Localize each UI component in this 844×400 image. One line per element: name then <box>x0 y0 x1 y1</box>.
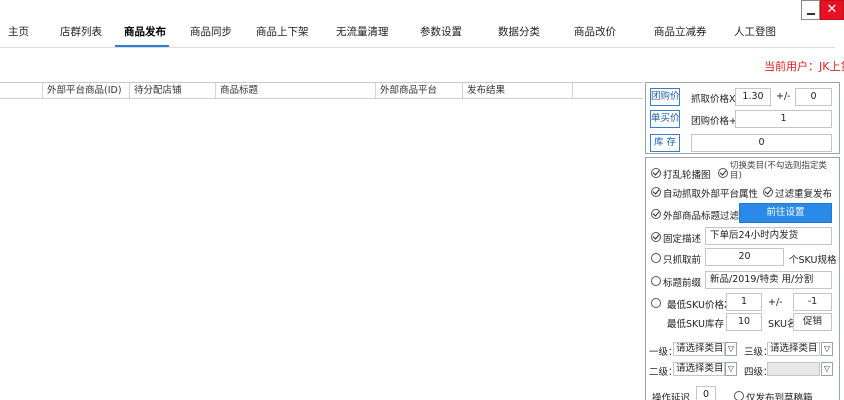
column-header-store[interactable]: 待分配店铺 <box>130 83 216 99</box>
close-button[interactable]: ✕ <box>820 0 844 20</box>
min-sku-stock-label: 最低SKU库存 <box>667 319 724 330</box>
category-toggle-checkbox[interactable] <box>718 168 728 178</box>
min-sku-price-input[interactable]: 1 <box>726 293 762 311</box>
current-user-label: 当前用户：JK上贷 <box>764 60 844 73</box>
product-table[interactable]: 外部平台商品(ID) 待分配店铺 商品标题 外部商品平台 发布结果 <box>0 82 643 400</box>
column-header-title[interactable]: 商品标题 <box>216 83 376 99</box>
table-row-indicator-header <box>0 83 43 99</box>
group-price-plus-label: 团购价格+ <box>691 116 737 127</box>
title-prefix-radio[interactable] <box>651 276 661 286</box>
shuffle-images-checkbox[interactable] <box>651 168 661 178</box>
group-price-plus-input[interactable]: 1 <box>735 110 832 128</box>
filter-duplicates-checkbox[interactable] <box>763 187 773 197</box>
only-grab-label: 只抓取前 <box>663 255 702 266</box>
level1-dropdown-arrow-icon[interactable]: ▽ <box>725 342 737 356</box>
level3-select[interactable]: 请选择类目 <box>767 342 820 356</box>
min-sku-plus-minus-label: +/- <box>768 297 783 308</box>
grab-price-label: 抓取价格X <box>691 94 736 105</box>
tab-home[interactable]: 主页 <box>8 24 29 39</box>
min-sku-price-label: 最低SKU价格X <box>667 300 731 311</box>
tab-store-group-list[interactable]: 店群列表 <box>60 24 102 39</box>
column-header-platform[interactable]: 外部商品平台 <box>376 83 463 99</box>
draft-only-radio[interactable] <box>734 391 744 400</box>
external-title-filter-checkbox[interactable] <box>651 209 661 219</box>
single-price-button[interactable]: 单买价 <box>650 110 680 128</box>
only-grab-radio[interactable] <box>651 253 661 263</box>
tab-data-category[interactable]: 数据分类 <box>498 24 540 39</box>
level4-dropdown-arrow-icon[interactable]: ▽ <box>821 362 833 376</box>
min-sku-plus-minus-input[interactable]: -1 <box>793 293 832 311</box>
tab-parameter-settings[interactable]: 参数设置 <box>420 24 462 39</box>
auto-grab-attrs-checkbox[interactable] <box>651 187 661 197</box>
category-hint-label: 切换类目(不勾选则指定类目) <box>730 161 827 181</box>
promo-button[interactable]: 促销 <box>793 313 832 331</box>
min-sku-stock-input[interactable]: 10 <box>726 313 762 331</box>
shuffle-images-label: 打乱轮播图 <box>663 170 711 181</box>
pricing-box: 团购价 抓取价格X 1.30 +/- 0 单买价 团购价格+ 1 库 存 0 <box>645 82 840 154</box>
delay-label: 操作延迟 <box>652 393 691 400</box>
fixed-desc-checkbox[interactable] <box>651 232 661 242</box>
table-header: 外部平台商品(ID) 待分配店铺 商品标题 外部商品平台 发布结果 <box>0 83 643 99</box>
column-header-external-id[interactable]: 外部平台商品(ID) <box>43 83 130 99</box>
title-prefix-label: 标题前缀 <box>663 278 702 289</box>
tab-instant-coupon[interactable]: 商品立减券 <box>654 24 707 39</box>
sku-spec-label: 个SKU规格 <box>789 255 837 266</box>
grab-price-input[interactable]: 1.30 <box>735 88 771 106</box>
stock-button[interactable]: 库 存 <box>650 134 680 152</box>
level2-dropdown-arrow-icon[interactable]: ▽ <box>725 362 737 376</box>
plus-minus-input[interactable]: 0 <box>795 88 832 106</box>
tab-manual-image[interactable]: 人工登图 <box>734 24 776 39</box>
fixed-desc-label: 固定描述 <box>663 234 702 245</box>
delay-input[interactable]: 0 <box>696 386 716 400</box>
level4-select[interactable] <box>767 362 820 376</box>
min-sku-price-radio[interactable] <box>651 298 661 308</box>
tab-product-listing[interactable]: 商品上下架 <box>256 24 309 39</box>
tab-product-publish[interactable]: 商品发布 <box>124 24 166 39</box>
level2-select[interactable]: 请选择类目 <box>673 362 725 376</box>
settings-panel: 团购价 抓取价格X 1.30 +/- 0 单买价 团购价格+ 1 库 存 0 打… <box>645 82 844 400</box>
draft-only-label: 仅发布到草稿箱 <box>746 393 813 400</box>
auto-grab-attrs-label: 自动抓取外部平台属性 <box>663 189 759 200</box>
level3-dropdown-arrow-icon[interactable]: ▽ <box>821 342 833 356</box>
group-price-button[interactable]: 团购价 <box>650 88 680 106</box>
tab-product-sync[interactable]: 商品同步 <box>190 24 232 39</box>
fixed-desc-input[interactable]: 下单后24小时内发货 <box>705 227 832 245</box>
external-title-filter-label: 外部商品标题过滤 <box>663 211 740 222</box>
top-tab-bar: 主页 店群列表 商品发布 商品同步 商品上下架 无流量清理 参数设置 数据分类 … <box>0 0 800 50</box>
tab-bar-divider <box>0 47 835 48</box>
stock-input[interactable]: 0 <box>691 134 832 152</box>
close-icon: ✕ <box>826 2 838 17</box>
goto-settings-button[interactable]: 前往设置 <box>739 203 832 223</box>
filter-duplicates-label: 过滤重复发布 <box>775 189 833 200</box>
only-grab-input[interactable]: 20 <box>705 248 784 266</box>
tab-no-traffic-cleanup[interactable]: 无流量清理 <box>336 24 389 39</box>
plus-minus-label: +/- <box>776 91 791 102</box>
options-box: 打乱轮播图 切换类目(不勾选则指定类目) 自动抓取外部平台属性 过滤重复发布 外… <box>645 157 840 400</box>
tab-price-change[interactable]: 商品改价 <box>574 24 616 39</box>
title-prefix-input[interactable]: 新品/2019/特卖 用/分割 <box>705 271 832 289</box>
column-header-result[interactable]: 发布结果 <box>463 83 573 99</box>
minimize-button[interactable] <box>801 0 820 20</box>
level1-select[interactable]: 请选择类目 <box>673 342 725 356</box>
